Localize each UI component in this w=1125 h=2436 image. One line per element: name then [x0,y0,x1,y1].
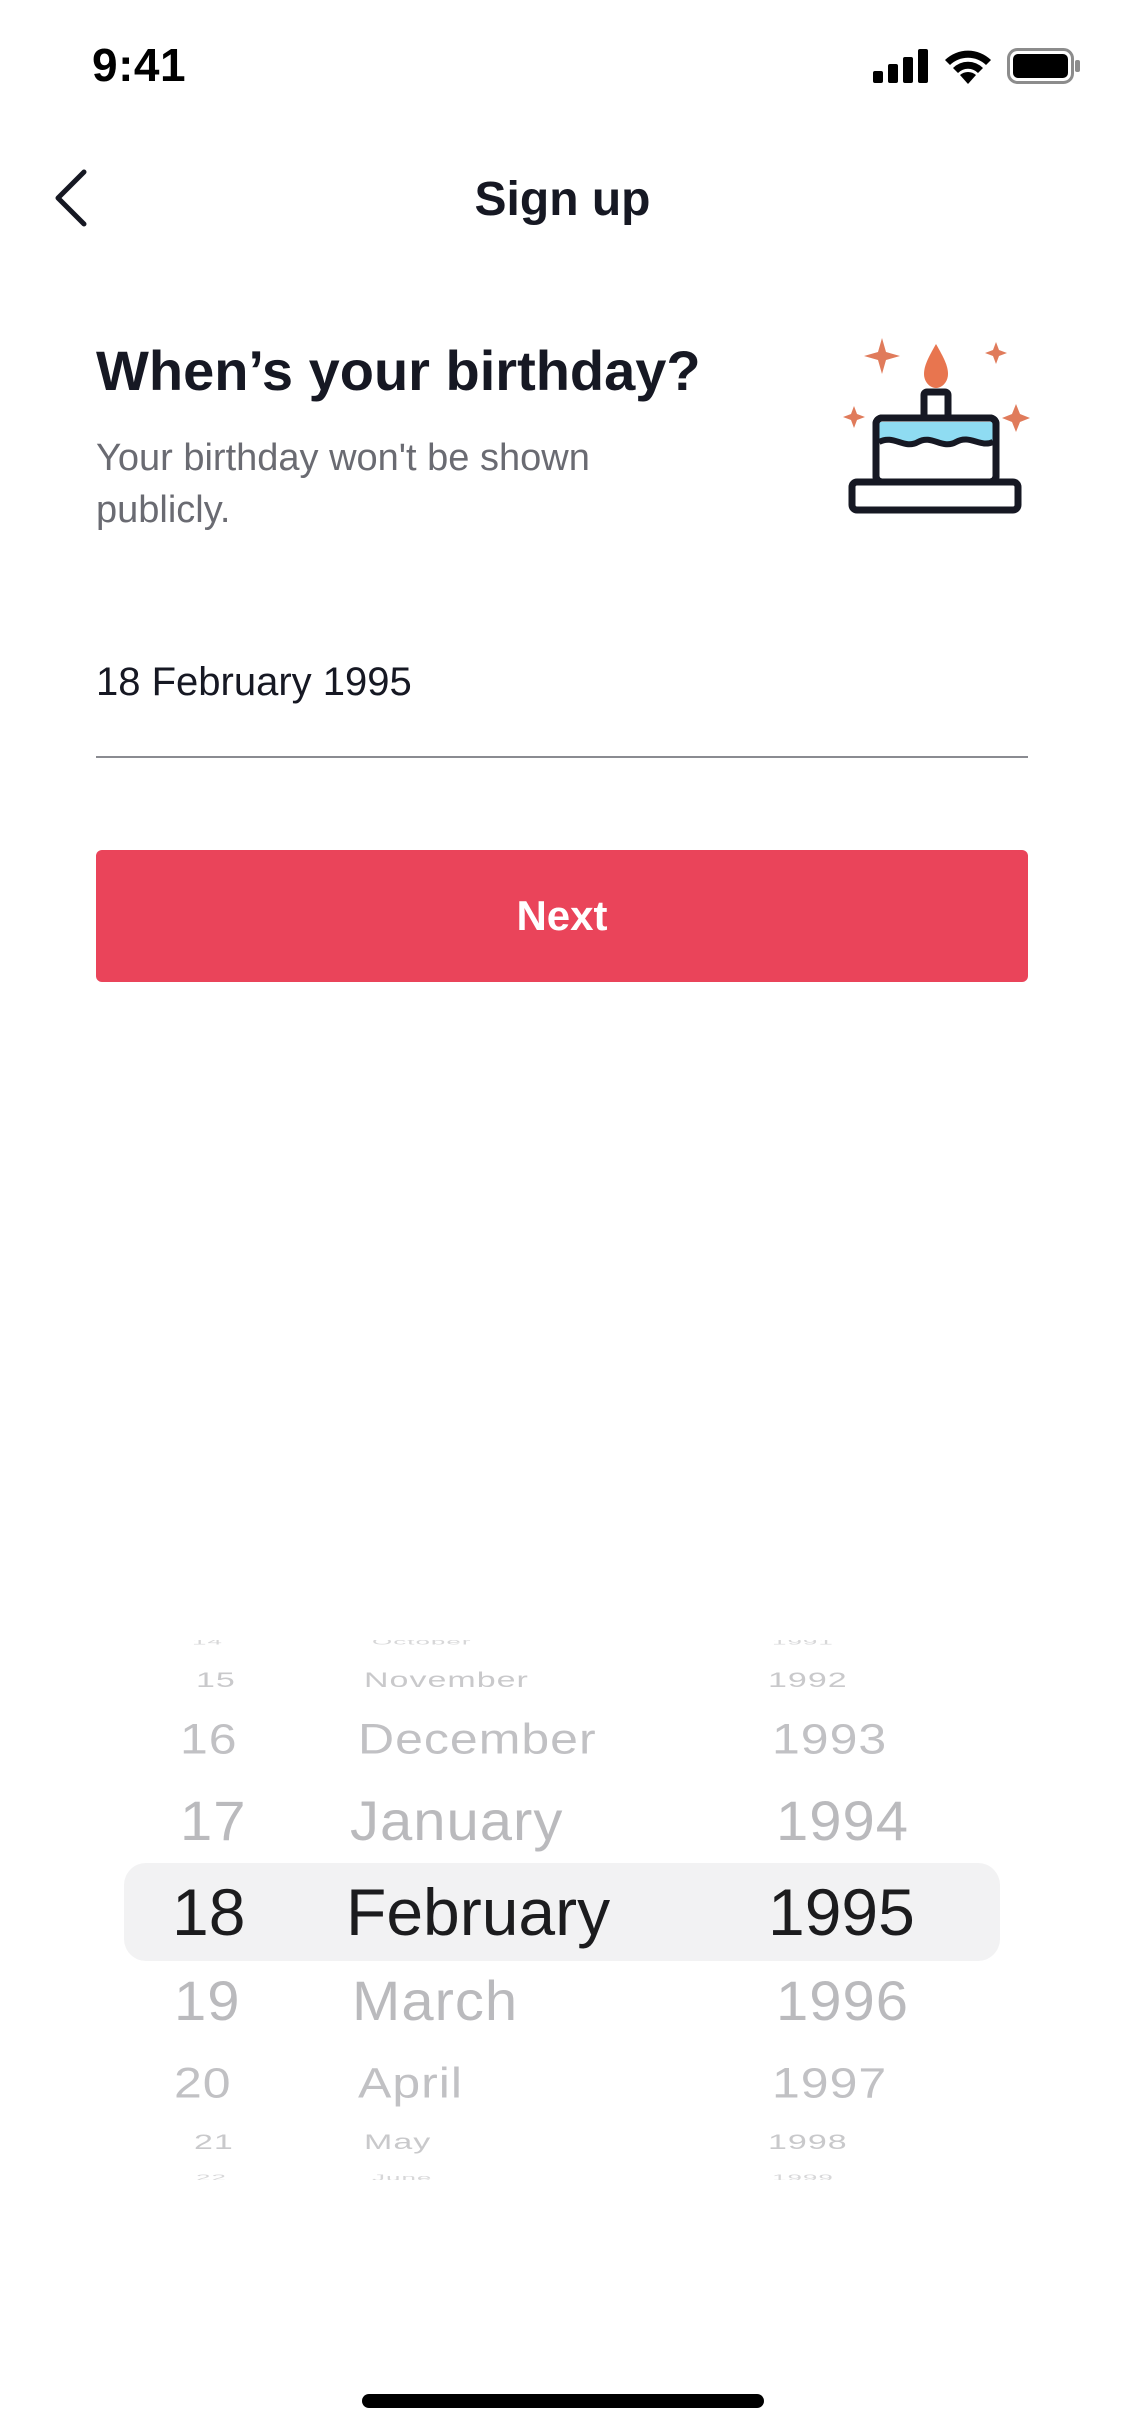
year-option[interactable]: 1994 [776,1794,909,1850]
birthday-date-value: 18 February 1995 [96,660,412,704]
status-time: 9:41 [92,39,187,91]
wifi-icon [943,48,993,84]
birthday-date-field[interactable]: 18 February 1995 [96,650,1028,758]
page-title: Sign up [474,173,651,226]
year-option[interactable]: 1993 [772,1718,887,1761]
birthday-subheading: Your birthday won't be shown publicly. [96,437,590,531]
cellular-signal-icon [873,49,929,83]
battery-icon [1007,48,1081,84]
nav-bar: Sign up [0,150,1125,250]
year-option[interactable]: 1996 [776,1974,909,2030]
year-option[interactable]: 1995 [768,1879,915,1945]
status-icons [873,48,1081,84]
year-option[interactable]: 1999 [772,2174,834,2180]
next-button[interactable]: Next [96,850,1028,982]
year-option[interactable]: 1998 [768,2131,848,2152]
year-option[interactable]: 1991 [772,1640,834,1646]
date-picker-wheel[interactable]: 14 15 16 17 18 19 20 21 22 October November Decemb… [0,1640,1125,2180]
home-indicator [362,2394,764,2408]
status-bar: 9:41 [0,0,1125,132]
year-option[interactable]: 1997 [772,2062,887,2105]
birthday-cake-icon [840,330,1040,520]
year-option[interactable]: 1992 [768,1669,848,1690]
birthday-heading: When’s your birthday? [96,339,701,402]
year-picker-column[interactable]: 1991 1992 1993 1994 1995 1996 1997 1998 1999 [0,1640,1125,2180]
